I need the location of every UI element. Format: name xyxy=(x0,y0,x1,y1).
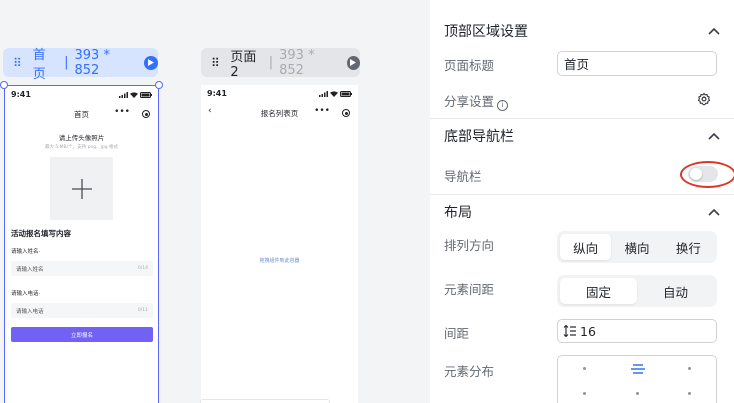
chevron-up-icon[interactable] xyxy=(708,208,720,216)
direction-vertical[interactable]: 纵向 xyxy=(560,234,612,260)
page-tab-name: 首页 xyxy=(32,47,46,82)
phone-frame-home[interactable]: 9:41 首页 ••• 请上传头像照片 最大 5 MB/个，支持 png、jpg… xyxy=(4,85,159,403)
resize-handle[interactable] xyxy=(0,81,8,89)
nav-bar-toggle[interactable] xyxy=(688,166,718,182)
phone-page-title: 报名列表页 xyxy=(260,108,299,118)
align-center-icon[interactable] xyxy=(631,364,645,374)
status-bar: 9:41 xyxy=(5,86,158,103)
direction-segmented: 纵向 横向 换行 xyxy=(557,231,717,263)
more-icon[interactable]: ••• xyxy=(314,106,330,116)
properties-panel: 顶部区域设置 页面标题 首页 分享设置 i 底部导航栏 导航栏 布局 排列方向 纵… xyxy=(430,0,734,403)
upload-title: 请上传头像照片 xyxy=(58,134,105,142)
section-header-layout[interactable]: 布局 xyxy=(444,202,726,222)
share-settings-text: 分享设置 xyxy=(444,94,495,109)
status-icons xyxy=(319,90,352,97)
drag-handle-icon[interactable]: ⠿ xyxy=(13,57,23,69)
page-title-input[interactable]: 首页 xyxy=(557,51,717,76)
phone-navbar: ‹ 报名列表页 ••• xyxy=(201,102,358,124)
editor-canvas: ⠿ 首页 | 393 * 852 ⠿ 页面2 | 393 * 852 9:41 … xyxy=(0,0,430,403)
name-field-placeholder: 请输入姓名 xyxy=(16,266,44,273)
canvas-bottom-toolbar[interactable] xyxy=(200,399,330,403)
preview-play-icon[interactable] xyxy=(346,55,360,70)
form-title: 活动报名填写内容 xyxy=(11,229,71,238)
section-header-bottom-nav[interactable]: 底部导航栏 xyxy=(444,126,726,146)
toggle-knob xyxy=(690,168,702,180)
phone-field-label: 请输入电话· xyxy=(11,291,41,297)
page-tab-home[interactable]: ⠿ 首页 | 393 * 852 xyxy=(3,47,158,82)
name-field[interactable]: 请输入姓名 0/14 xyxy=(11,261,153,276)
submit-button[interactable]: 立即报名 xyxy=(11,327,153,342)
plus-icon xyxy=(71,178,92,199)
gap-label: 间距 xyxy=(444,326,470,341)
align-dot[interactable] xyxy=(583,392,586,395)
page-tab-separator: | xyxy=(64,55,69,70)
wifi-icon xyxy=(330,90,338,97)
direction-label: 排列方向 xyxy=(444,238,495,253)
status-icons xyxy=(119,91,152,98)
capsule-close-icon[interactable] xyxy=(142,110,150,118)
direction-horizontal[interactable]: 横向 xyxy=(611,234,662,260)
spacing-label: 元素间距 xyxy=(444,282,495,297)
page-tab-page2[interactable]: ⠿ 页面2 | 393 * 852 xyxy=(201,47,360,80)
battery-icon xyxy=(340,90,352,97)
share-settings-label: 分享设置 i xyxy=(444,91,509,111)
section-title: 布局 xyxy=(444,205,472,221)
distribution-label: 元素分布 xyxy=(444,364,495,379)
phone-frame-page2[interactable]: 9:41 ‹ 报名列表页 ••• 拖拽组件到此容器 xyxy=(201,85,358,403)
line-spacing-icon xyxy=(563,325,576,337)
page-tab-separator: | xyxy=(268,55,274,70)
drag-handle-icon[interactable]: ⠿ xyxy=(211,57,220,69)
page-tab-name: 页面2 xyxy=(230,49,257,80)
spacing-fixed[interactable]: 固定 xyxy=(560,278,637,304)
nav-bar-label: 导航栏 xyxy=(444,169,482,184)
page-tab-size: 393 * 852 xyxy=(279,47,315,78)
phone-page-title: 首页 xyxy=(74,109,89,119)
status-bar: 9:41 xyxy=(201,85,358,102)
status-time: 9:41 xyxy=(11,90,31,99)
capsule-close-icon[interactable] xyxy=(342,109,350,117)
gap-value: 16 xyxy=(580,323,596,339)
phone-navbar: 首页 ••• xyxy=(5,103,158,125)
gap-input[interactable]: 16 xyxy=(557,319,717,343)
distribution-grid[interactable] xyxy=(557,355,717,403)
page-title-label: 页面标题 xyxy=(444,58,495,73)
more-icon[interactable]: ••• xyxy=(114,107,130,117)
status-time: 9:41 xyxy=(207,89,227,98)
spacing-segmented: 固定 自动 xyxy=(557,275,717,307)
section-divider xyxy=(430,118,734,119)
preview-play-icon[interactable] xyxy=(144,55,158,70)
avatar-upload-box[interactable] xyxy=(50,157,113,220)
page-tab-size: 393 * 852 xyxy=(74,47,110,78)
gear-icon[interactable] xyxy=(697,92,711,106)
phone-field[interactable]: 请输入电话 0/11 xyxy=(11,303,153,318)
name-field-label: 请输入姓名· xyxy=(11,249,41,255)
section-header-top[interactable]: 顶部区域设置 xyxy=(444,21,726,41)
phone-field-placeholder: 请输入电话 xyxy=(16,308,44,315)
back-arrow-icon[interactable]: ‹ xyxy=(208,106,212,116)
info-icon[interactable]: i xyxy=(497,99,509,111)
phone-field-count: 0/11 xyxy=(137,308,148,313)
section-divider xyxy=(430,194,734,195)
wifi-icon xyxy=(130,91,138,98)
signal-icon xyxy=(319,90,328,97)
signal-icon xyxy=(119,91,128,98)
chevron-up-icon[interactable] xyxy=(708,27,720,35)
name-field-count: 0/14 xyxy=(137,266,148,271)
drop-zone-hint: 拖拽组件到此容器 xyxy=(259,258,300,264)
spacing-auto[interactable]: 自动 xyxy=(637,278,714,304)
chevron-up-icon[interactable] xyxy=(708,132,720,140)
battery-icon xyxy=(140,91,152,98)
align-dot[interactable] xyxy=(688,392,691,395)
section-title: 顶部区域设置 xyxy=(444,24,528,40)
resize-handle[interactable] xyxy=(155,81,163,89)
section-title: 底部导航栏 xyxy=(444,129,514,145)
upload-hint: 最大 5 MB/个，支持 png、jpg 格式 xyxy=(44,145,119,150)
align-dot[interactable] xyxy=(583,367,586,370)
align-dot[interactable] xyxy=(636,392,639,395)
align-dot[interactable] xyxy=(688,367,691,370)
direction-wrap[interactable]: 换行 xyxy=(663,234,714,260)
